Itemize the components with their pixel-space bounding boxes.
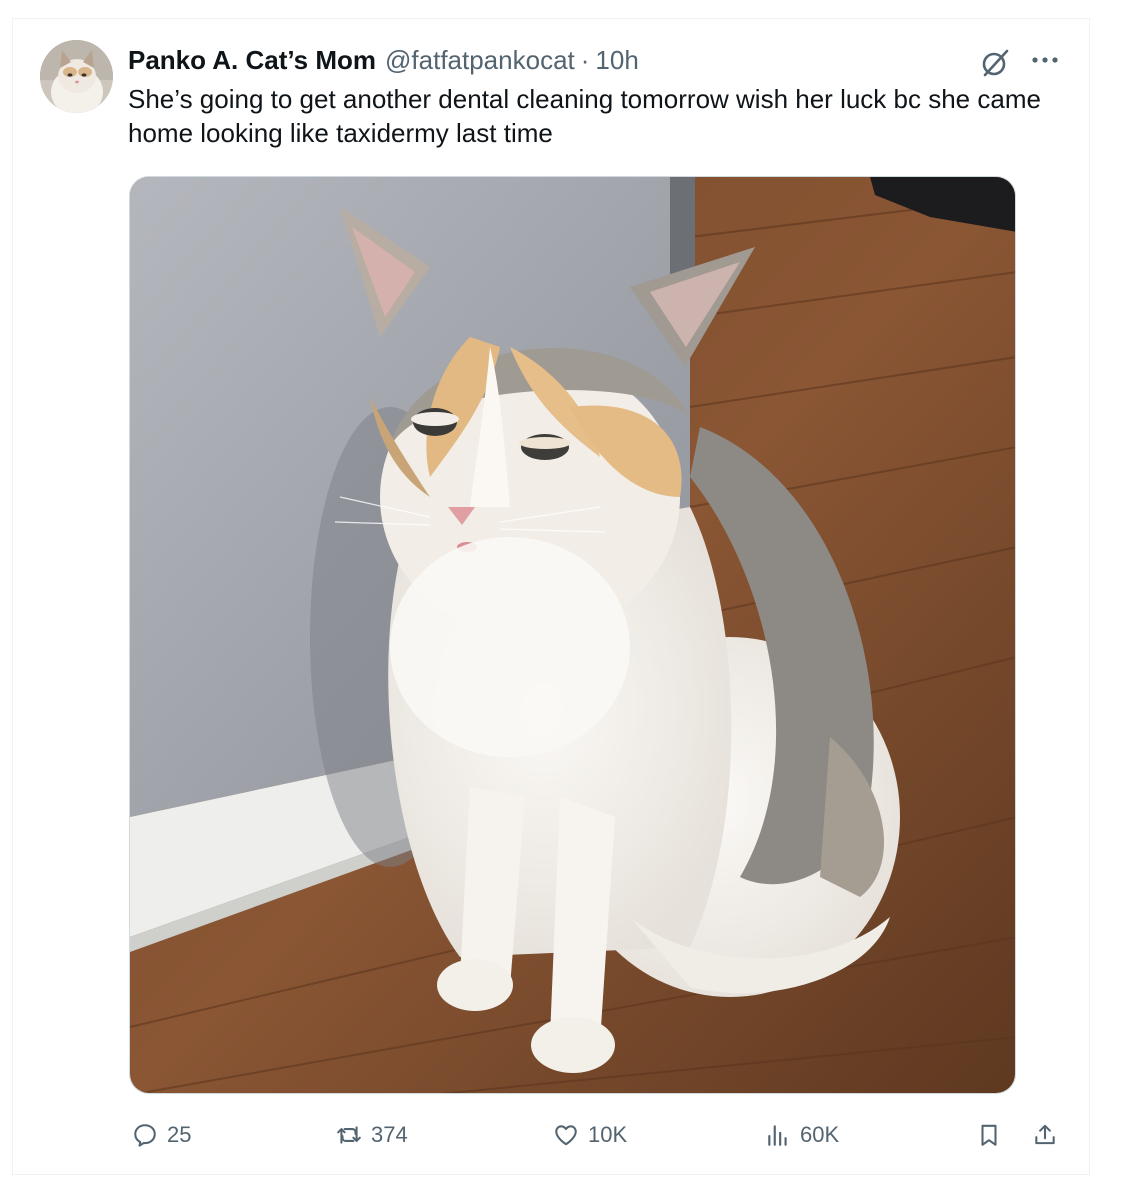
share-button[interactable]	[1032, 1118, 1058, 1152]
like-button[interactable]: 10K	[553, 1118, 627, 1152]
cat-photo-illustration	[130, 177, 1015, 1093]
user-handle[interactable]: @fatfatpankocat	[385, 45, 575, 76]
reply-button[interactable]: 25	[132, 1118, 191, 1152]
views-count: 60K	[800, 1122, 840, 1147]
separator-dot: ·	[580, 44, 590, 75]
display-name[interactable]: Panko A. Cat’s Mom	[128, 45, 376, 76]
tweet-photo[interactable]	[129, 176, 1016, 1094]
tweet-timestamp[interactable]: 10h	[595, 45, 638, 76]
views-icon	[768, 1125, 787, 1146]
avatar-cat-image	[40, 40, 113, 113]
share-icon	[1035, 1124, 1055, 1145]
like-count: 10K	[588, 1122, 628, 1147]
grok-icon[interactable]	[978, 46, 1012, 80]
reply-icon	[134, 1124, 156, 1147]
like-icon	[555, 1125, 577, 1146]
tweet-text: She’s going to get another dental cleani…	[128, 84, 1041, 148]
avatar[interactable]	[40, 40, 113, 113]
action-bar: 25 374 10K 60K	[0, 1118, 1128, 1152]
bookmark-icon	[981, 1124, 997, 1146]
repost-button[interactable]: 374	[336, 1118, 408, 1152]
reply-count: 25	[167, 1122, 192, 1147]
repost-icon	[337, 1126, 361, 1144]
more-icon[interactable]	[1030, 50, 1060, 70]
tweet-divider	[12, 1174, 1090, 1175]
repost-count: 374	[371, 1122, 408, 1147]
bookmark-button[interactable]	[976, 1118, 1002, 1152]
views-button[interactable]: 60K	[765, 1118, 839, 1152]
tweet-header: Panko A. Cat’s Mom @fatfatpankocat · 10h	[128, 42, 639, 78]
